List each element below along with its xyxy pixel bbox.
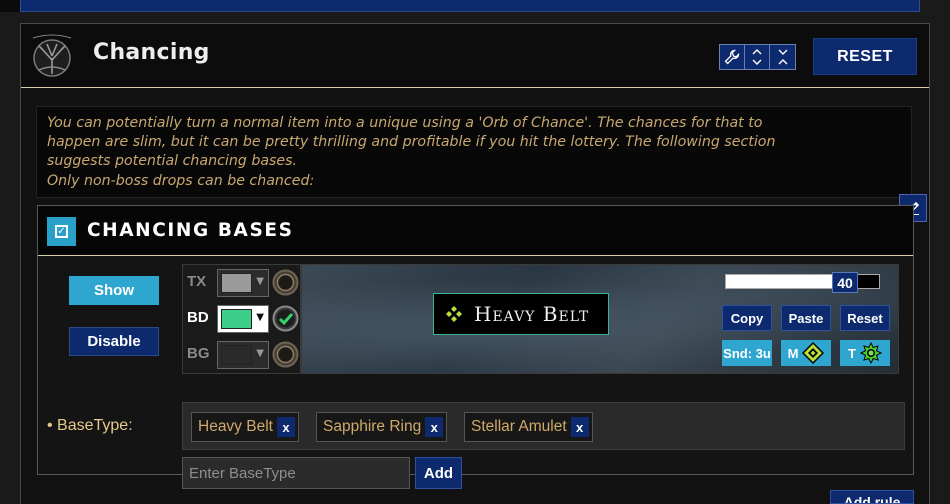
- add-rule-button[interactable]: Add rule: [830, 490, 914, 504]
- rule-title: CHANCING BASES: [87, 220, 294, 241]
- beam-star-icon: [859, 342, 882, 364]
- toggle-off-icon[interactable]: [272, 269, 299, 296]
- text-color-picker[interactable]: ▼: [217, 269, 269, 297]
- color-row-background: BG ▼: [183, 338, 302, 372]
- item-preview: Heavy Belt 40 Copy Paste Reset Snd: 3u M…: [301, 264, 899, 374]
- basetype-name: Stellar Amulet: [471, 418, 567, 435]
- basetype-tag: Stellar Amulet x: [464, 412, 593, 442]
- tree-logo-icon: [29, 30, 75, 80]
- basetype-name: Sapphire Ring: [323, 418, 422, 435]
- basetype-label: • BaseType:: [47, 417, 133, 434]
- slider-fill: [726, 275, 845, 288]
- reset-button[interactable]: RESET: [813, 38, 917, 75]
- color-label: BD: [187, 309, 209, 326]
- color-swatch: [221, 345, 252, 365]
- basetype-tags: Heavy Belt x Sapphire Ring x Stellar Amu…: [182, 402, 905, 450]
- remove-tag-button[interactable]: x: [425, 417, 444, 437]
- section-header: Chancing RESET: [21, 24, 929, 88]
- previous-section-footer: [20, 0, 920, 12]
- color-swatch: [221, 309, 252, 329]
- basetype-name: Heavy Belt: [198, 418, 273, 435]
- minimap-icon-button[interactable]: M: [781, 340, 831, 366]
- beam-label: T: [848, 345, 856, 361]
- dropdown-arrow-icon: ▼: [256, 276, 264, 287]
- color-label: BG: [187, 345, 210, 362]
- section-title: Chancing: [93, 40, 210, 65]
- wrench-icon: [724, 49, 740, 65]
- beam-button[interactable]: T: [840, 340, 890, 366]
- rule-header: ✓ CHANCING BASES: [38, 206, 913, 256]
- chancing-section: Chancing RESET You can potentially turn …: [20, 23, 930, 504]
- dropdown-arrow-icon: ▼: [256, 312, 264, 323]
- item-label-preview: Heavy Belt: [433, 293, 609, 335]
- description-line: Only non-boss drops can be chanced:: [47, 172, 315, 189]
- minimap-diamond-icon: [802, 342, 825, 364]
- section-description: You can potentially turn a normal item i…: [36, 106, 912, 198]
- top-strip-left: [0, 0, 20, 12]
- disable-button[interactable]: Disable: [69, 327, 159, 356]
- expand-icon: [752, 49, 762, 65]
- minimap-label: M: [787, 345, 799, 361]
- rule-block: ✓ CHANCING BASES Show Disable TX ▼ BD ▼ …: [37, 205, 914, 489]
- basetype-tag: Sapphire Ring x: [316, 412, 448, 442]
- color-label: TX: [187, 273, 207, 290]
- color-swatch: [221, 273, 252, 293]
- item-name: Heavy Belt: [474, 302, 590, 326]
- checkmark-icon: ✓: [55, 225, 68, 238]
- color-row-text: TX ▼: [183, 266, 302, 300]
- description-line: suggests potential chancing bases.: [47, 153, 298, 170]
- dropdown-arrow-icon: ▼: [256, 348, 264, 359]
- item-icon: [446, 306, 462, 322]
- remove-tag-button[interactable]: x: [570, 417, 589, 437]
- reset-style-button[interactable]: Reset: [840, 305, 890, 331]
- description-line: You can potentially turn a normal item i…: [47, 115, 763, 131]
- collapse-button[interactable]: [770, 45, 795, 69]
- paste-button[interactable]: Paste: [781, 305, 831, 331]
- add-basetype-button[interactable]: Add: [415, 457, 462, 489]
- remove-tag-button[interactable]: x: [276, 417, 295, 437]
- font-size-value[interactable]: 40: [832, 272, 858, 293]
- show-button[interactable]: Show: [69, 276, 159, 305]
- toggle-on-icon[interactable]: [272, 305, 299, 332]
- color-row-border: BD ▼: [183, 302, 302, 336]
- toggle-off-icon[interactable]: [272, 341, 299, 368]
- wrench-button[interactable]: [720, 45, 745, 69]
- section-tools: [719, 44, 796, 70]
- basetype-tag: Heavy Belt x: [191, 412, 299, 442]
- copy-button[interactable]: Copy: [722, 305, 772, 331]
- font-size-slider[interactable]: 40: [725, 272, 880, 293]
- basetype-label-text: BaseType:: [57, 417, 133, 434]
- expand-button[interactable]: [745, 45, 770, 69]
- collapse-icon: [778, 49, 787, 65]
- rule-enabled-checkbox[interactable]: ✓: [47, 217, 76, 246]
- description-line: happen are slim, but it can be pretty th…: [47, 134, 776, 151]
- sound-button[interactable]: Snd: 3u: [722, 340, 772, 366]
- color-panel: TX ▼ BD ▼ BG ▼: [182, 264, 301, 374]
- border-color-picker[interactable]: ▼: [217, 305, 269, 333]
- background-color-picker[interactable]: ▼: [217, 341, 269, 369]
- basetype-input[interactable]: [182, 457, 410, 489]
